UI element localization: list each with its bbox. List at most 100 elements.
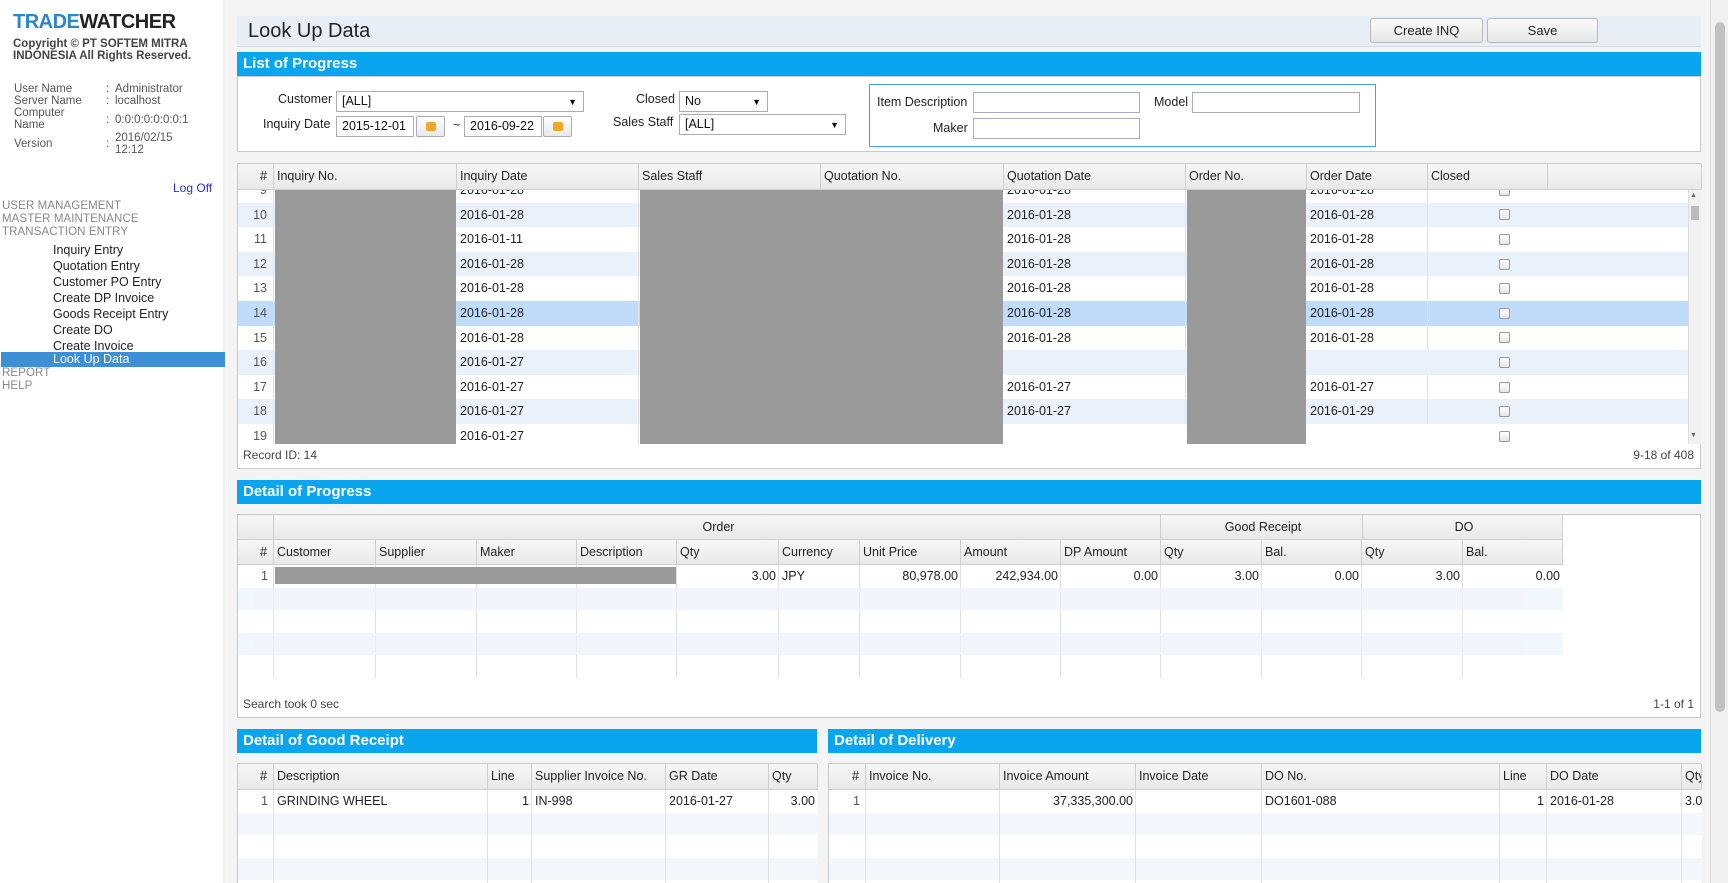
detail-column-header-6[interactable]: Currency	[779, 540, 860, 565]
column-divider	[676, 610, 677, 633]
detail-column-header-9[interactable]: DP Amount	[1061, 540, 1161, 565]
table-row[interactable]	[238, 610, 1563, 633]
nav-item-create-invoice[interactable]: Create Invoice	[53, 339, 134, 353]
table-row[interactable]	[238, 655, 1563, 678]
column-divider	[859, 632, 860, 655]
gr-column-header-3[interactable]: Supplier Invoice No.	[532, 764, 666, 790]
column-header-7[interactable]: Order Date	[1307, 164, 1428, 190]
calendar-to-icon[interactable]	[543, 116, 572, 137]
gr-column-header-1[interactable]: Description	[274, 764, 488, 790]
closed-checkbox[interactable]	[1499, 332, 1510, 344]
closed-checkbox[interactable]	[1499, 209, 1510, 221]
closed-checkbox[interactable]	[1499, 190, 1510, 196]
table-row[interactable]	[238, 632, 1563, 655]
table-row[interactable]	[829, 812, 1702, 835]
sales-staff-select[interactable]: [ALL]	[679, 114, 846, 135]
window-scroll-thumb[interactable]	[1715, 22, 1725, 712]
column-header-2[interactable]: Inquiry Date	[457, 164, 639, 190]
nav-item-goods-receipt-entry[interactable]: Goods Receipt Entry	[53, 307, 168, 321]
column-header-0[interactable]: #	[238, 164, 274, 190]
table-row[interactable]	[238, 857, 818, 880]
nav-user-management[interactable]: USER MANAGEMENT	[2, 200, 121, 212]
logoff-link[interactable]: Log Off	[173, 181, 212, 195]
window-scrollbar[interactable]	[1710, 0, 1728, 883]
create-inq-button[interactable]: Create INQ	[1370, 18, 1483, 43]
detail-column-header-0[interactable]: #	[238, 540, 274, 565]
nav-item-customer-po-entry[interactable]: Customer PO Entry	[53, 275, 161, 289]
closed-checkbox[interactable]	[1499, 430, 1510, 442]
nav-item-look-up-data[interactable]: Look Up Data	[1, 352, 225, 367]
delivery-column-header-3[interactable]: Invoice Date	[1136, 764, 1262, 790]
column-divider	[476, 610, 477, 633]
column-header-8[interactable]: Closed	[1428, 164, 1548, 190]
detail-column-header-12[interactable]: Qty	[1362, 540, 1463, 565]
detail-column-header-3[interactable]: Maker	[477, 540, 577, 565]
column-divider	[768, 857, 769, 880]
column-header-4[interactable]: Quotation No.	[821, 164, 1004, 190]
column-header-1[interactable]: Inquiry No.	[274, 164, 457, 190]
nav-help[interactable]: HELP	[2, 380, 32, 392]
delivery-column-header-6[interactable]: DO Date	[1547, 764, 1682, 790]
inquiry-date-to[interactable]: 2016-09-22	[464, 116, 542, 137]
closed-checkbox[interactable]	[1499, 307, 1510, 319]
nav-item-inquiry-entry[interactable]: Inquiry Entry	[53, 243, 123, 257]
detail-column-header-5[interactable]: Qty	[677, 540, 779, 565]
detail-column-header-7[interactable]: Unit Price	[860, 540, 961, 565]
save-button[interactable]: Save	[1487, 18, 1598, 43]
column-divider	[1261, 610, 1262, 633]
model-input[interactable]	[1192, 92, 1360, 113]
gr-column-header-2[interactable]: Line	[488, 764, 532, 790]
table-row[interactable]	[238, 835, 818, 858]
column-divider	[487, 857, 488, 880]
column-divider	[676, 655, 677, 678]
column-header-3[interactable]: Sales Staff	[639, 164, 821, 190]
table-row[interactable]	[829, 835, 1702, 858]
closed-checkbox[interactable]	[1499, 406, 1510, 418]
inquiry-date-from[interactable]: 2015-12-01	[336, 116, 414, 137]
column-header-5[interactable]: Quotation Date	[1004, 164, 1186, 190]
detail-column-header-1[interactable]: Customer	[274, 540, 376, 565]
delivery-column-header-4[interactable]: DO No.	[1262, 764, 1500, 790]
detail-of-good-receipt-header: Detail of Good Receipt	[237, 729, 817, 753]
table-row[interactable]	[238, 587, 1563, 610]
closed-checkbox[interactable]	[1499, 233, 1510, 245]
detail-column-header-2[interactable]: Supplier	[376, 540, 477, 565]
column-header-6[interactable]: Order No.	[1186, 164, 1307, 190]
nav-item-create-do[interactable]: Create DO	[53, 323, 113, 337]
delivery-column-header-1[interactable]: Invoice No.	[866, 764, 1000, 790]
detail-column-header-8[interactable]: Amount	[961, 540, 1061, 565]
delivery-column-header-7[interactable]: Qty	[1682, 764, 1702, 790]
nav-transaction-entry[interactable]: TRANSACTION ENTRY	[2, 226, 128, 238]
delivery-column-header-2[interactable]: Invoice Amount	[1000, 764, 1136, 790]
progress-grid-scrollbar[interactable]: ▲ ▼	[1688, 190, 1701, 444]
delivery-column-header-0[interactable]: #	[829, 764, 866, 790]
gr-column-header-0[interactable]: #	[238, 764, 274, 790]
closed-checkbox[interactable]	[1499, 381, 1510, 393]
closed-checkbox[interactable]	[1499, 356, 1510, 368]
gr-column-header-5[interactable]: Qty	[769, 764, 818, 790]
detail-column-header-10[interactable]: Qty	[1161, 540, 1262, 565]
inquiry-date-cell: 2016-01-28	[457, 190, 639, 203]
detail-column-header-13[interactable]: Bal.	[1463, 540, 1563, 565]
gr-column-header-4[interactable]: GR Date	[666, 764, 769, 790]
column-divider	[778, 610, 779, 633]
customer-select[interactable]: [ALL]	[336, 91, 584, 112]
nav-item-create-dp-invoice[interactable]: Create DP Invoice	[53, 291, 154, 305]
group-header-blank	[238, 515, 274, 540]
maker-input[interactable]	[973, 118, 1140, 139]
table-row[interactable]	[829, 857, 1702, 880]
detail-column-header-11[interactable]: Bal.	[1262, 540, 1362, 565]
calendar-from-icon[interactable]	[416, 116, 445, 137]
column-divider	[1462, 655, 1463, 678]
nav-master-maintenance[interactable]: MASTER MAINTENANCE	[2, 213, 139, 225]
closed-checkbox[interactable]	[1499, 283, 1510, 295]
closed-checkbox[interactable]	[1499, 258, 1510, 270]
closed-select[interactable]: No	[679, 91, 768, 112]
column-divider	[999, 812, 1000, 835]
detail-column-header-4[interactable]: Description	[577, 540, 677, 565]
table-row[interactable]	[238, 812, 818, 835]
nav-item-quotation-entry[interactable]: Quotation Entry	[53, 259, 140, 273]
delivery-column-header-5[interactable]: Line	[1500, 764, 1547, 790]
item-description-input[interactable]	[973, 92, 1140, 113]
nav-report[interactable]: REPORT	[2, 367, 50, 379]
